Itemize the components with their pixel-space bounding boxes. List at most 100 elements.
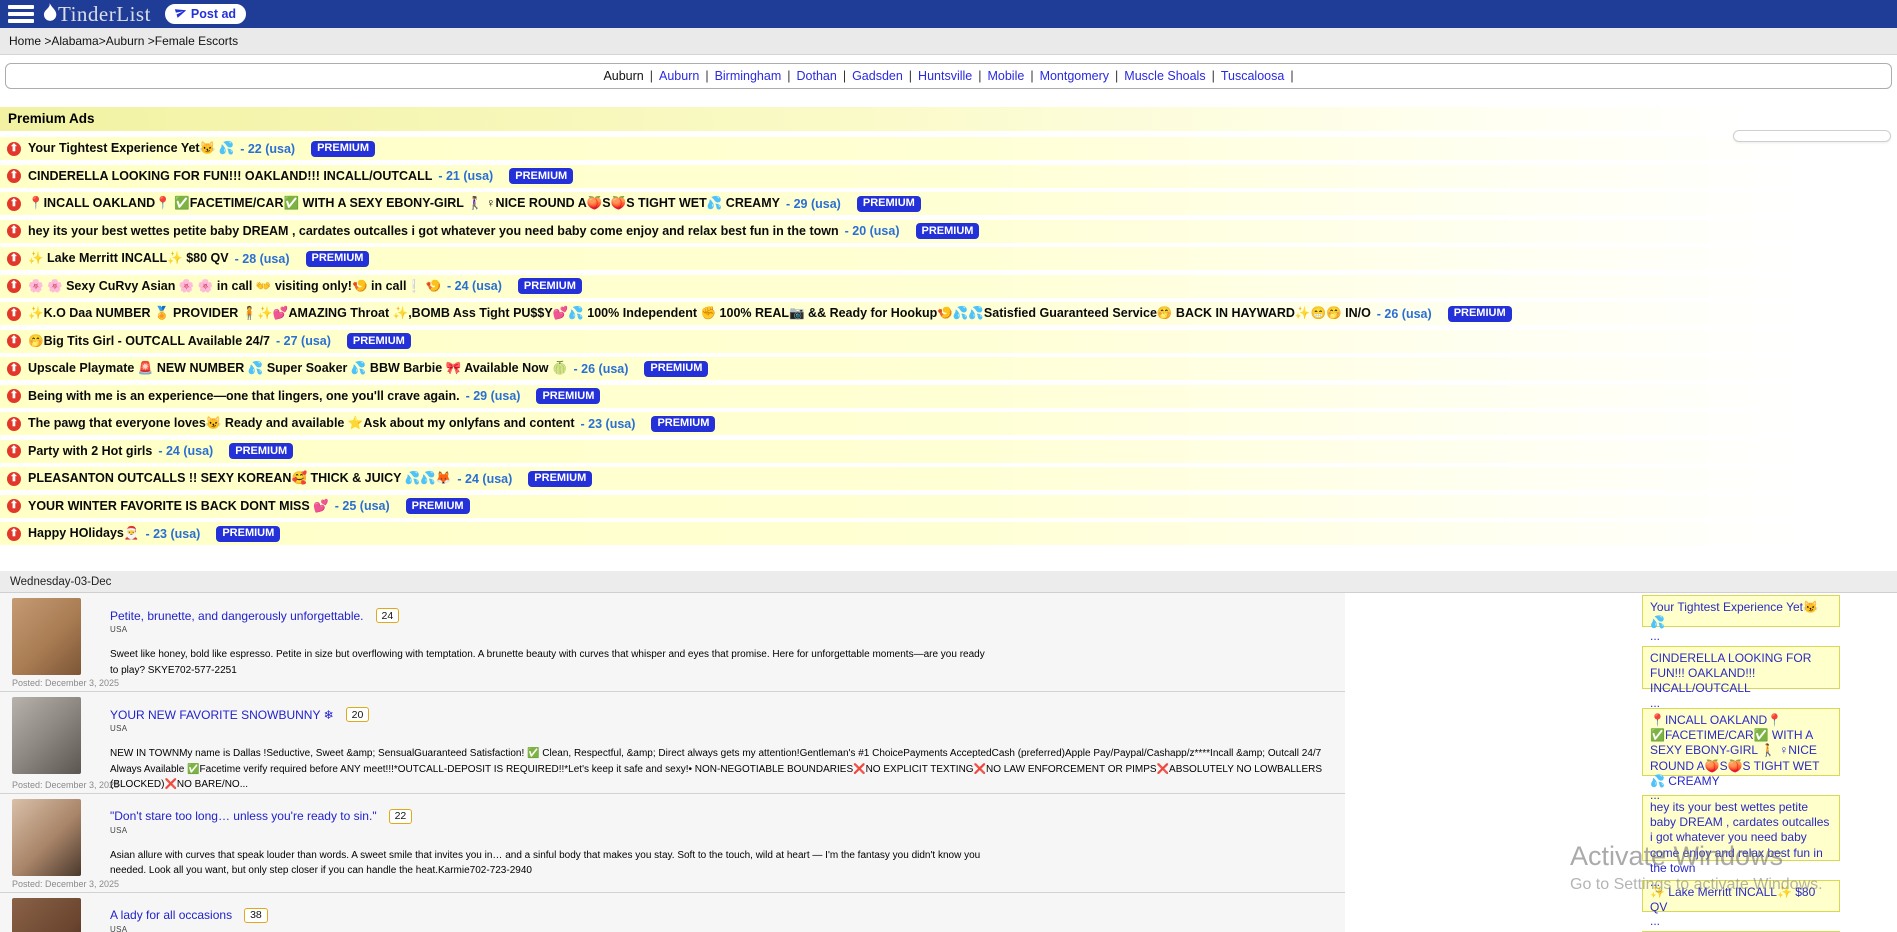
premium-ad-link[interactable]: Upscale Playmate 🚨 NEW NUMBER 💦 Super So… — [28, 361, 568, 376]
premium-badge: PREMIUM — [229, 443, 293, 459]
listing-photo[interactable] — [12, 598, 81, 675]
up-arrow-icon: ⬆ — [7, 307, 21, 321]
site-logo[interactable]: TinderList — [42, 2, 151, 27]
up-arrow-icon: ⬆ — [7, 252, 21, 266]
date-header: Wednesday-03-Dec — [0, 571, 1897, 593]
city-link-gadsden[interactable]: Gadsden — [852, 69, 903, 83]
listings-section: Posted: December 3, 2025 Petite, brunett… — [0, 593, 1345, 932]
premium-ads-header: Premium Ads — [0, 107, 1897, 131]
up-arrow-icon: ⬆ — [7, 389, 21, 403]
listing-row: A lady for all occasions 38 USA — [0, 893, 1345, 932]
listing-description: Sweet like honey, bold like espresso. Pe… — [110, 647, 990, 678]
premium-ad-link[interactable]: 📍INCALL OAKLAND📍 ✅FACETIME/CAR✅ WITH A S… — [28, 196, 780, 211]
posted-date: Posted: December 3, 2025 — [12, 876, 82, 892]
premium-ad-row: ⬆ YOUR WINTER FAVORITE IS BACK DONT MISS… — [0, 495, 1897, 518]
premium-ad-link[interactable]: 🤭Big Tits Girl - OUTCALL Available 24/7 — [28, 334, 270, 349]
up-arrow-icon: ⬆ — [7, 142, 21, 156]
premium-ad-meta: - 24 (usa) — [457, 472, 512, 486]
listing-photo[interactable] — [12, 898, 81, 932]
premium-ad-link[interactable]: 🌸 🌸 Sexy CuRvy Asian 🌸 🌸 in call 👐 visit… — [28, 279, 441, 294]
premium-ad-link[interactable]: hey its your best wettes petite baby DRE… — [28, 224, 839, 238]
premium-sidebar: Your Tightest Experience Yet😼 💦 ... CIND… — [1642, 595, 1840, 932]
hamburger-menu-icon[interactable] — [8, 5, 34, 23]
premium-ad-link[interactable]: Your Tightest Experience Yet😼 💦 — [28, 141, 234, 156]
premium-ad-link[interactable]: PLEASANTON OUTCALLS !! SEXY KOREAN🥰 THIC… — [28, 471, 451, 486]
separator: | — [1030, 69, 1033, 83]
premium-badge: PREMIUM — [1448, 306, 1512, 322]
sidebar-ad-box: Your Tightest Experience Yet😼 💦 ... — [1642, 595, 1840, 627]
age-badge: 24 — [376, 608, 400, 623]
listing-title-link[interactable]: A lady for all occasions — [110, 908, 232, 922]
premium-ad-meta: - 25 (usa) — [335, 499, 390, 513]
premium-ad-link[interactable]: Being with me is an experience—one that … — [28, 389, 460, 403]
post-ad-button[interactable]: Post ad — [165, 4, 246, 24]
premium-ad-link[interactable]: ✨K.O Daa NUMBER 🏅 PROVIDER 🧍✨💕AMAZING Th… — [28, 306, 1371, 321]
listing-title-link[interactable]: "Don't stare too long… unless you're rea… — [110, 809, 377, 823]
premium-ad-row: ⬆ Your Tightest Experience Yet😼 💦 - 22 (… — [0, 137, 1897, 160]
sidebar-ad-link[interactable]: Your Tightest Experience Yet😼 💦 — [1650, 600, 1832, 630]
premium-ad-meta: - 29 (usa) — [466, 389, 521, 403]
premium-ad-link[interactable]: Happy HOlidays🎅 — [28, 526, 139, 541]
city-link-dothan[interactable]: Dothan — [797, 69, 837, 83]
age-badge: 20 — [346, 707, 370, 722]
premium-ad-link[interactable]: The pawg that everyone loves😼 Ready and … — [28, 416, 575, 431]
flame-icon — [42, 2, 58, 27]
listing-photo[interactable] — [12, 799, 81, 876]
up-arrow-icon: ⬆ — [7, 417, 21, 431]
premium-ad-row: ⬆ The pawg that everyone loves😼 Ready an… — [0, 412, 1897, 435]
logo-text: TinderList — [58, 2, 151, 27]
page: TinderList Post ad Home >Alabama>Auburn … — [0, 0, 1897, 932]
listing-body: Petite, brunette, and dangerously unforg… — [110, 598, 990, 691]
listing-title-link[interactable]: YOUR NEW FAVORITE SNOWBUNNY ❄ — [110, 708, 334, 722]
sidebar-ad-link[interactable]: ✨ Lake Merritt INCALL✨ $80 QV — [1650, 885, 1832, 915]
premium-ad-row: ⬆ Upscale Playmate 🚨 NEW NUMBER 💦 Super … — [0, 357, 1897, 380]
listing-photo-column: Posted: December 3, 2025 — [12, 799, 82, 892]
top-navbar: TinderList Post ad — [0, 0, 1897, 28]
sidebar-ad-box: CINDERELLA LOOKING FOR FUN!!! OAKLAND!!!… — [1642, 646, 1840, 689]
listing-title-link[interactable]: Petite, brunette, and dangerously unforg… — [110, 609, 364, 623]
listing-description: NEW IN TOWNMy name is Dallas !Seductive,… — [110, 746, 1345, 793]
premium-ad-link[interactable]: ✨ Lake Merritt INCALL✨ $80 QV — [28, 251, 229, 266]
ad-placeholder-bar — [1733, 130, 1891, 142]
premium-badge: PREMIUM — [509, 168, 573, 184]
listing-photo[interactable] — [12, 697, 81, 774]
city-link-mobile[interactable]: Mobile — [987, 69, 1024, 83]
premium-ad-meta: - 24 (usa) — [447, 279, 502, 293]
premium-badge: PREMIUM — [644, 361, 708, 377]
city-link-huntsville[interactable]: Huntsville — [918, 69, 972, 83]
city-link-auburn[interactable]: Auburn — [659, 69, 699, 83]
premium-badge: PREMIUM — [536, 388, 600, 404]
city-link-montgomery[interactable]: Montgomery — [1040, 69, 1109, 83]
age-badge: 38 — [244, 908, 268, 923]
premium-ad-link[interactable]: Party with 2 Hot girls — [28, 444, 152, 458]
premium-ad-row: ⬆ ✨ Lake Merritt INCALL✨ $80 QV - 28 (us… — [0, 247, 1897, 270]
up-arrow-icon: ⬆ — [7, 444, 21, 458]
sidebar-ad-more: ... — [1650, 630, 1832, 643]
up-arrow-icon: ⬆ — [7, 279, 21, 293]
listing-location: USA — [110, 925, 268, 932]
premium-ad-meta: - 20 (usa) — [845, 224, 900, 238]
separator: | — [650, 69, 653, 83]
city-link-tuscaloosa[interactable]: Tuscaloosa — [1221, 69, 1284, 83]
separator: | — [1115, 69, 1118, 83]
up-arrow-icon: ⬆ — [7, 527, 21, 541]
premium-ad-row: ⬆ 📍INCALL OAKLAND📍 ✅FACETIME/CAR✅ WITH A… — [0, 192, 1897, 215]
sidebar-ad-link[interactable]: hey its your best wettes petite baby DRE… — [1650, 800, 1832, 876]
premium-ad-meta: - 29 (usa) — [786, 197, 841, 211]
posted-date: Posted: December 3, 2025 — [12, 675, 82, 691]
premium-ad-meta: - 21 (usa) — [438, 169, 493, 183]
city-link-muscle-shoals[interactable]: Muscle Shoals — [1124, 69, 1205, 83]
premium-ad-row: ⬆ ✨K.O Daa NUMBER 🏅 PROVIDER 🧍✨💕AMAZING … — [0, 302, 1897, 325]
sidebar-ad-link[interactable]: CINDERELLA LOOKING FOR FUN!!! OAKLAND!!!… — [1650, 651, 1832, 697]
premium-ads-section: Premium Ads ⬆ Your Tightest Experience Y… — [0, 107, 1897, 545]
premium-ad-link[interactable]: CINDERELLA LOOKING FOR FUN!!! OAKLAND!!!… — [28, 169, 432, 183]
sidebar-ad-link[interactable]: 📍INCALL OAKLAND📍 ✅FACETIME/CAR✅ WITH A S… — [1650, 713, 1832, 789]
breadcrumb[interactable]: Home >Alabama>Auburn >Female Escorts — [9, 34, 238, 48]
city-link-birmingham[interactable]: Birmingham — [715, 69, 782, 83]
posted-date: Posted: December 3, 2025 — [12, 777, 82, 793]
premium-ad-link[interactable]: YOUR WINTER FAVORITE IS BACK DONT MISS 💕 — [28, 499, 329, 514]
listing-row: Posted: December 3, 2025 YOUR NEW FAVORI… — [0, 692, 1345, 794]
listing-body: "Don't stare too long… unless you're rea… — [110, 799, 990, 892]
listing-location: USA — [110, 625, 990, 634]
premium-ad-row: ⬆ Happy HOlidays🎅 - 23 (usa) PREMIUM — [0, 522, 1897, 545]
